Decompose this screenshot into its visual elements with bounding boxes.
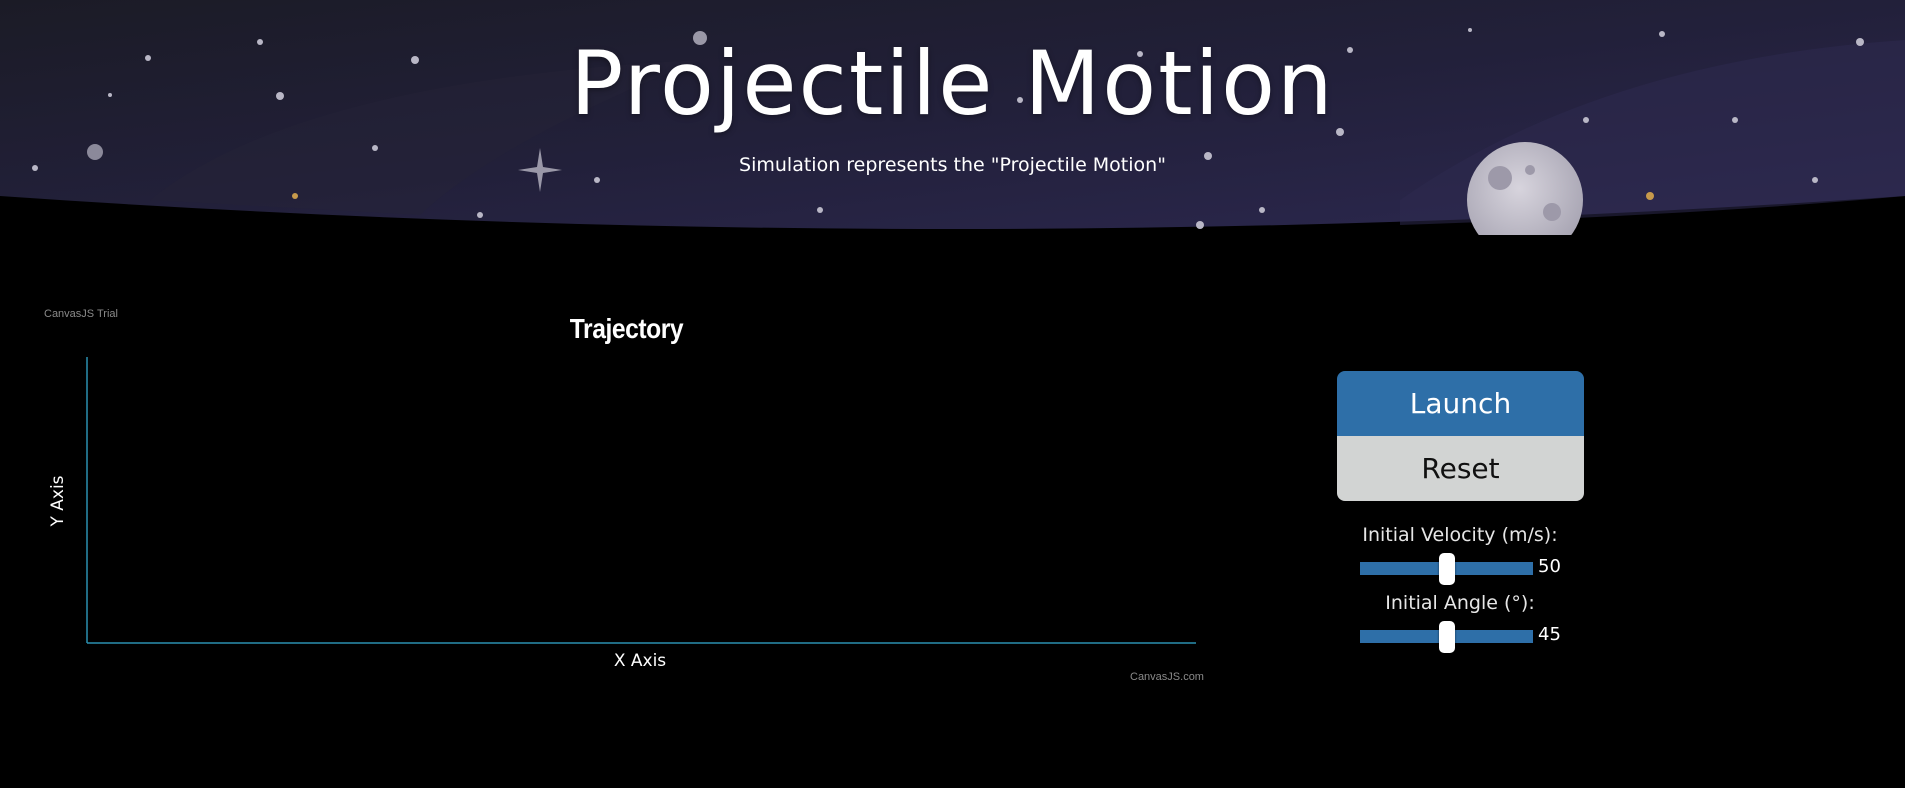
angle-slider-thumb[interactable] xyxy=(1438,621,1455,653)
angle-label: Initial Angle (°): xyxy=(1385,592,1535,614)
chart-credit-link[interactable]: CanvasJS.com xyxy=(1130,671,1204,683)
y-axis-label: Y Axis xyxy=(48,475,68,527)
reset-button[interactable]: Reset xyxy=(1337,436,1584,501)
angle-value: 45 xyxy=(1538,624,1561,645)
page: Projectile Motion Simulation represents … xyxy=(0,0,1905,788)
velocity-value: 50 xyxy=(1538,556,1561,577)
angle-slider[interactable]: 45 xyxy=(1360,621,1590,653)
chart-plot-area xyxy=(86,357,1196,644)
launch-button[interactable]: Launch xyxy=(1337,371,1584,436)
action-button-group: Launch Reset xyxy=(1337,371,1584,501)
velocity-label: Initial Velocity (m/s): xyxy=(1362,524,1558,546)
velocity-slider[interactable]: 50 xyxy=(1360,553,1590,585)
x-axis-label: X Axis xyxy=(613,651,667,671)
velocity-slider-thumb[interactable] xyxy=(1438,553,1455,585)
